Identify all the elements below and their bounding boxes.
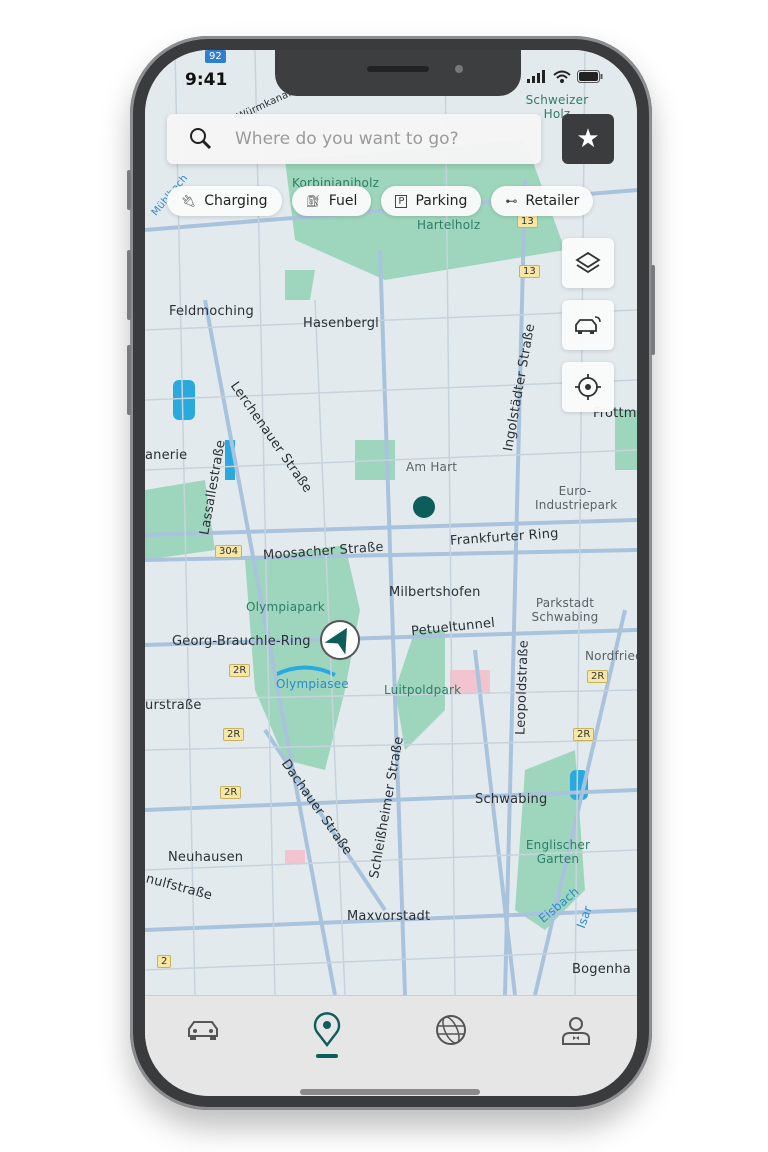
road-badge: 304 xyxy=(215,545,243,558)
search-input[interactable]: Where do you want to go? xyxy=(167,114,541,164)
active-tab-indicator xyxy=(316,1054,338,1058)
speaker xyxy=(367,66,429,72)
signal-icon xyxy=(527,70,545,83)
nav-explore[interactable] xyxy=(431,1010,471,1050)
fuel-pump-icon: ⛽︎ xyxy=(305,194,321,208)
map-label: Maxvorstadt xyxy=(347,909,431,924)
layers-button[interactable] xyxy=(562,238,614,288)
volume-down-button xyxy=(127,345,131,415)
map-label: urstraße xyxy=(145,698,202,713)
destination-marker xyxy=(413,496,435,518)
parking-icon: P xyxy=(395,194,408,208)
map-label: Nordfried xyxy=(585,649,637,663)
car-connect-icon xyxy=(575,316,601,334)
filter-fuel[interactable]: ⛽︎ Fuel xyxy=(291,186,372,216)
road-badge: 13 xyxy=(519,265,540,278)
search-icon xyxy=(190,128,212,150)
front-camera xyxy=(455,65,463,73)
chip-label: Retailer xyxy=(525,193,580,209)
filter-retailer[interactable]: ⊷ Retailer xyxy=(491,186,594,216)
map-label: anerie xyxy=(145,448,188,463)
road-badge: 2 xyxy=(157,955,172,968)
mute-switch xyxy=(127,170,131,210)
map-label: Olympiasee xyxy=(276,677,349,691)
map-label: Milbertshofen xyxy=(389,585,481,600)
current-location-arrow xyxy=(320,620,360,660)
status-icons xyxy=(527,70,603,83)
layers-icon xyxy=(575,251,601,274)
road-badge: 2R xyxy=(587,670,609,683)
filter-chips: 🔌︎ Charging ⛽︎ Fuel P Parking ⊷ Retailer xyxy=(167,186,594,216)
map-label: Parkstadt Schwabing xyxy=(531,596,599,624)
power-button xyxy=(651,265,655,355)
favorites-button[interactable]: ★ xyxy=(562,114,614,164)
chip-label: Parking xyxy=(415,193,468,209)
nav-car[interactable] xyxy=(183,1010,223,1050)
map-pin-icon xyxy=(313,1012,341,1047)
charging-plug-icon: 🔌︎ xyxy=(181,194,197,208)
locate-me-button[interactable] xyxy=(562,362,614,412)
battery-icon xyxy=(577,70,603,83)
road-badge: 2R xyxy=(229,664,251,677)
nav-profile[interactable] xyxy=(556,1010,596,1050)
map-label: Luitpoldpark xyxy=(384,683,462,697)
profile-icon xyxy=(562,1017,590,1045)
road-badge: 2R xyxy=(220,786,242,799)
map-label: Schwabing xyxy=(475,792,548,807)
park-area xyxy=(285,270,315,300)
map-label: Feldmoching xyxy=(169,304,254,319)
notch xyxy=(275,50,521,96)
status-time: 9:41 xyxy=(185,70,228,90)
map-label: Georg-Brauchle-Ring xyxy=(172,634,311,649)
filter-charging[interactable]: 🔌︎ Charging xyxy=(167,186,282,216)
star-icon: ★ xyxy=(576,124,600,154)
chip-label: Charging xyxy=(204,193,268,209)
map-label: Am Hart xyxy=(406,460,458,474)
search-placeholder: Where do you want to go? xyxy=(235,129,459,149)
home-indicator[interactable] xyxy=(300,1089,480,1095)
bottom-nav xyxy=(145,995,637,1096)
locate-icon xyxy=(575,374,601,400)
road-badge: 13 xyxy=(517,215,538,228)
map-label: Hartelholz xyxy=(417,218,481,232)
filter-parking[interactable]: P Parking xyxy=(381,186,482,216)
car-connect-button[interactable] xyxy=(562,300,614,350)
nav-map[interactable] xyxy=(307,1010,347,1050)
chip-label: Fuel xyxy=(328,193,358,209)
road-badge: 2R xyxy=(573,728,595,741)
road-badge: 2R xyxy=(223,728,245,741)
map-label: Euro-Industriepark xyxy=(535,484,618,512)
car-icon xyxy=(188,1021,218,1040)
retailer-wings-icon: ⊷ xyxy=(505,194,518,208)
map-label: Englischer Garten xyxy=(525,838,591,866)
wifi-icon xyxy=(553,70,571,83)
map-label: Olympiapark xyxy=(246,600,325,614)
volume-up-button xyxy=(127,250,131,320)
map-label: Bogenha xyxy=(572,962,631,977)
road-badge: 92 xyxy=(205,50,226,63)
map-label: Neuhausen xyxy=(168,850,244,865)
map-label: Hasenbergl xyxy=(303,316,379,331)
app-screen: Schweizer Holz Korbinianiholz Hartelholz… xyxy=(145,50,637,1096)
globe-icon xyxy=(436,1015,466,1045)
